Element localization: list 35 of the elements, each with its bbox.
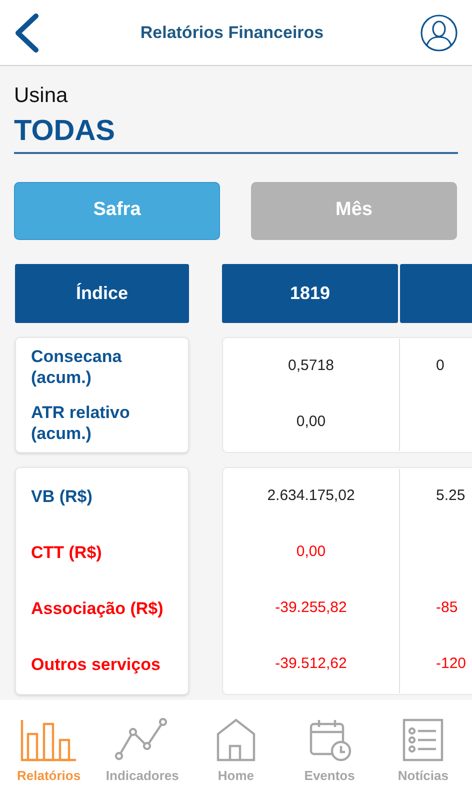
period-tab[interactable]: Safra — [14, 182, 220, 240]
nav-tab[interactable]: Indicadores — [96, 718, 188, 786]
row-label: ATR relativo (acum.) — [31, 402, 131, 444]
table-cell-text: 5.25 — [436, 486, 466, 506]
row-label: VB (R$) — [31, 486, 92, 507]
nav-tab[interactable]: Notícias — [377, 718, 470, 786]
column-header: 1819 — [222, 264, 398, 322]
page-title: Relatórios Financeiros — [140, 22, 324, 44]
field-label: Usina — [14, 83, 69, 109]
table-cell-text: 0,00 — [296, 542, 326, 562]
profile-button[interactable] — [420, 14, 458, 52]
column-header — [400, 264, 472, 322]
row-label: CTT (R$) — [31, 542, 102, 563]
column-header: Índice — [15, 264, 189, 322]
nav-tab[interactable]: Eventos — [284, 718, 376, 786]
nav-tab[interactable]: Home — [190, 718, 282, 786]
table-cell-text: -39.512,62 — [275, 654, 347, 674]
table-cell-text: 0,5718 — [288, 356, 334, 376]
nav-tab[interactable]: Relatórios — [2, 718, 95, 786]
table-cell-text: -120 — [436, 654, 466, 674]
table-cell-text: -39.255,82 — [275, 598, 347, 618]
table-cell-text: 0,00 — [296, 412, 326, 432]
plant-select[interactable]: TODAS — [14, 112, 458, 154]
row-label: Outros serviços — [31, 654, 160, 675]
calendar-clock-icon — [308, 718, 352, 762]
table-cell-text: 0 — [436, 356, 444, 376]
bar-chart-icon — [20, 718, 78, 762]
user-icon — [420, 14, 458, 52]
row-label: Consecana (acum.) — [31, 346, 123, 388]
table-cell-text: -85 — [436, 598, 458, 618]
row-label: Associação (R$) — [31, 598, 164, 619]
table-cell-text: 2.634.175,02 — [267, 486, 355, 506]
list-icon — [401, 718, 446, 762]
period-tab[interactable]: Mês — [251, 182, 457, 240]
chevron-left-icon — [14, 12, 40, 52]
